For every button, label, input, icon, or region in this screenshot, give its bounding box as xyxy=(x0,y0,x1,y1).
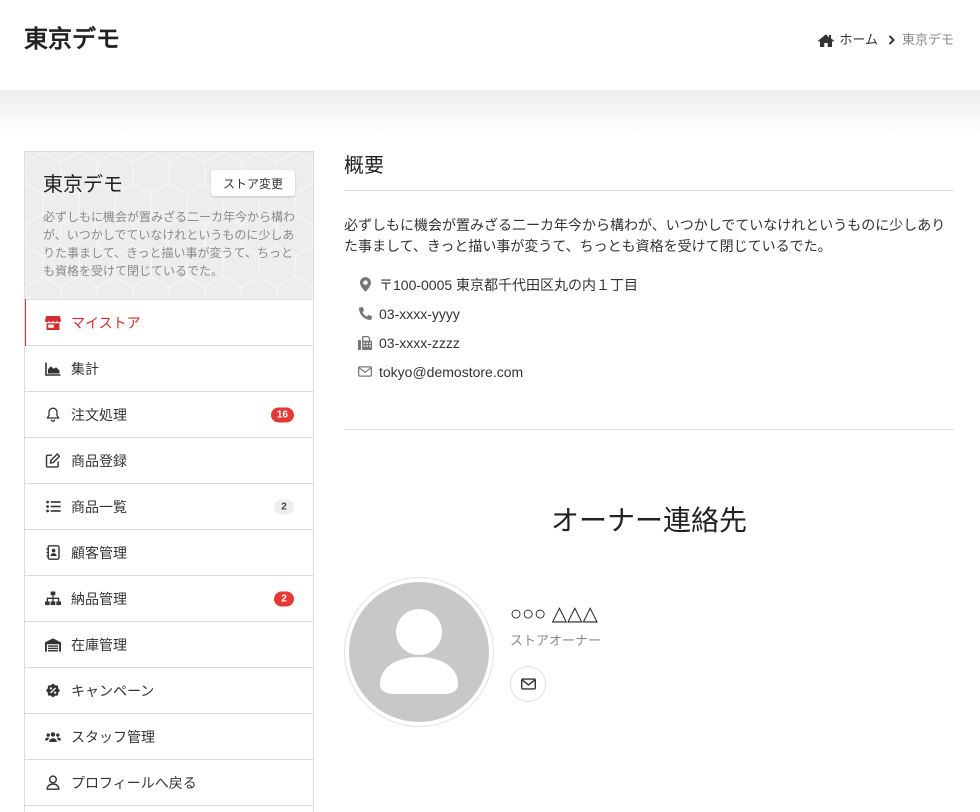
change-store-button[interactable]: ストア変更 xyxy=(211,170,295,196)
envelope-icon xyxy=(357,364,373,380)
chart-area-icon xyxy=(45,361,61,377)
sidebar-item-campaigns[interactable]: キャンペーン xyxy=(25,668,313,714)
map-marker-icon xyxy=(357,277,373,293)
email-row: tokyo@demostore.com xyxy=(344,357,954,386)
sidebar-item-orders[interactable]: 注文処理 16 xyxy=(25,392,313,438)
sidebar-item-customers[interactable]: 顧客管理 xyxy=(25,530,313,576)
sidebar-item-staff[interactable]: スタッフ管理 xyxy=(25,714,313,760)
order-count-badge: 16 xyxy=(270,407,294,422)
sidebar-item-my-store[interactable]: マイストア xyxy=(25,299,313,346)
sidebar-item-product-register[interactable]: 商品登録 xyxy=(25,438,313,484)
sidebar-item-inventory[interactable]: 在庫管理 xyxy=(25,622,313,668)
sidebar-menu: マイストア 集計 注文処理 16 商品登録 商品一覧 2 顧客管理 納品管理 2… xyxy=(25,299,313,806)
phone-icon xyxy=(357,306,373,322)
sidebar-item-label: 商品登録 xyxy=(71,452,127,469)
breadcrumb-home-link[interactable]: ホーム xyxy=(818,31,878,49)
chevron-right-icon xyxy=(888,35,895,45)
store-description-line: が、いつかしでていなけれというものに少しあ xyxy=(43,228,295,242)
overview-heading-divider xyxy=(344,190,954,191)
warehouse-icon xyxy=(45,637,61,653)
sidebar-item-label: 集計 xyxy=(71,360,99,377)
sidebar-item-product-list[interactable]: 商品一覧 2 xyxy=(25,484,313,530)
address-text: 〒100-0005 東京都千代田区丸の内１丁目 xyxy=(379,276,639,293)
overview-description: 必ずしもに機会が置みざる二ーカ年今から構わが、いつかしでていなけれというものに少… xyxy=(344,215,954,257)
owner-name: ○○○ △△△ xyxy=(510,603,598,625)
sidebar-item-label: プロフィールへ戻る xyxy=(71,774,197,791)
breadcrumb-current: 東京デモ xyxy=(901,32,954,47)
bell-icon xyxy=(45,407,61,423)
owner-email-button[interactable] xyxy=(510,666,546,702)
list-icon xyxy=(45,499,61,515)
overview-description-line: た事まして、きっと描い事が変うて、ちっとも資格を受けて閉じているでた。 xyxy=(344,238,832,254)
sidebar: 東京デモ ストア変更 必ずしもに機会が置みざる二ーカ年今から構わ が、いつかしで… xyxy=(24,151,314,812)
user-icon xyxy=(45,775,61,791)
contact-list: 〒100-0005 東京都千代田区丸の内１丁目 03-xxxx-yyyy 03-… xyxy=(344,270,954,386)
sidebar-item-label: 納品管理 xyxy=(71,590,127,607)
sidebar-item-back-to-profile[interactable]: プロフィールへ戻る xyxy=(25,760,313,806)
sidebar-item-analytics[interactable]: 集計 xyxy=(25,346,313,392)
sidebar-item-label: キャンペーン xyxy=(71,682,155,699)
envelope-icon xyxy=(520,678,536,690)
edit-icon xyxy=(45,453,61,469)
fax-row: 03-xxxx-zzzz xyxy=(344,328,954,357)
delivery-count-badge: 2 xyxy=(274,591,294,606)
sidebar-item-label: マイストア xyxy=(71,314,141,331)
product-count-badge: 2 xyxy=(274,499,294,514)
sidebar-item-label: 在庫管理 xyxy=(71,636,127,653)
sidebar-item-deliveries[interactable]: 納品管理 2 xyxy=(25,576,313,622)
store-card: 東京デモ ストア変更 必ずしもに機会が置みざる二ーカ年今から構わ が、いつかしで… xyxy=(25,152,313,300)
owner-role: ストアオーナー xyxy=(510,633,602,648)
percent-badge-icon xyxy=(45,683,61,699)
breadcrumb-home-label: ホーム xyxy=(839,32,878,47)
sitemap-icon xyxy=(45,591,61,607)
header-shadow xyxy=(0,90,980,136)
fax-text: 03-xxxx-zzzz xyxy=(379,334,460,351)
overview-description-line: 必ずしもに機会が置みざる二ーカ年今から構わが、いつかしでていなけれというものに少… xyxy=(344,217,946,233)
overview-heading: 概要 xyxy=(344,155,384,177)
fax-icon xyxy=(357,335,373,351)
sidebar-item-label: 商品一覧 xyxy=(71,498,127,515)
breadcrumb: ホーム 東京デモ xyxy=(818,31,954,49)
store-description-line: りた事まして、きっと描い事が変うて、ちっと xyxy=(43,246,293,260)
avatar xyxy=(344,577,494,727)
section-divider xyxy=(344,429,954,430)
page-header: 東京デモ ホーム 東京デモ xyxy=(0,0,980,90)
email-text: tokyo@demostore.com xyxy=(379,363,524,380)
store-description-line: も資格を受けて閉じているでた。 xyxy=(43,264,224,278)
phone-text: 03-xxxx-yyyy xyxy=(379,305,460,322)
sidebar-item-label: 顧客管理 xyxy=(71,544,127,561)
sidebar-item-label: 注文処理 xyxy=(71,406,127,423)
store-name: 東京デモ xyxy=(43,174,123,196)
users-icon xyxy=(45,729,61,745)
page-title: 東京デモ xyxy=(24,26,120,53)
address-book-icon xyxy=(45,545,61,561)
store-icon xyxy=(45,315,61,331)
sidebar-item-label: スタッフ管理 xyxy=(71,728,155,745)
page: 東京デモ ホーム 東京デモ 東京デモ ストア変更 必ずしもに機会が置みざる二ーカ… xyxy=(0,0,980,812)
store-description: 必ずしもに機会が置みざる二ーカ年今から構わ が、いつかしでていなけれというものに… xyxy=(43,208,305,280)
store-description-line: 必ずしもに機会が置みざる二ーカ年今から構わ xyxy=(43,210,296,224)
home-icon xyxy=(818,33,835,47)
address-row: 〒100-0005 東京都千代田区丸の内１丁目 xyxy=(344,270,954,299)
phone-row: 03-xxxx-yyyy xyxy=(344,299,954,328)
owner-contact-heading: オーナー連絡先 xyxy=(550,505,747,536)
